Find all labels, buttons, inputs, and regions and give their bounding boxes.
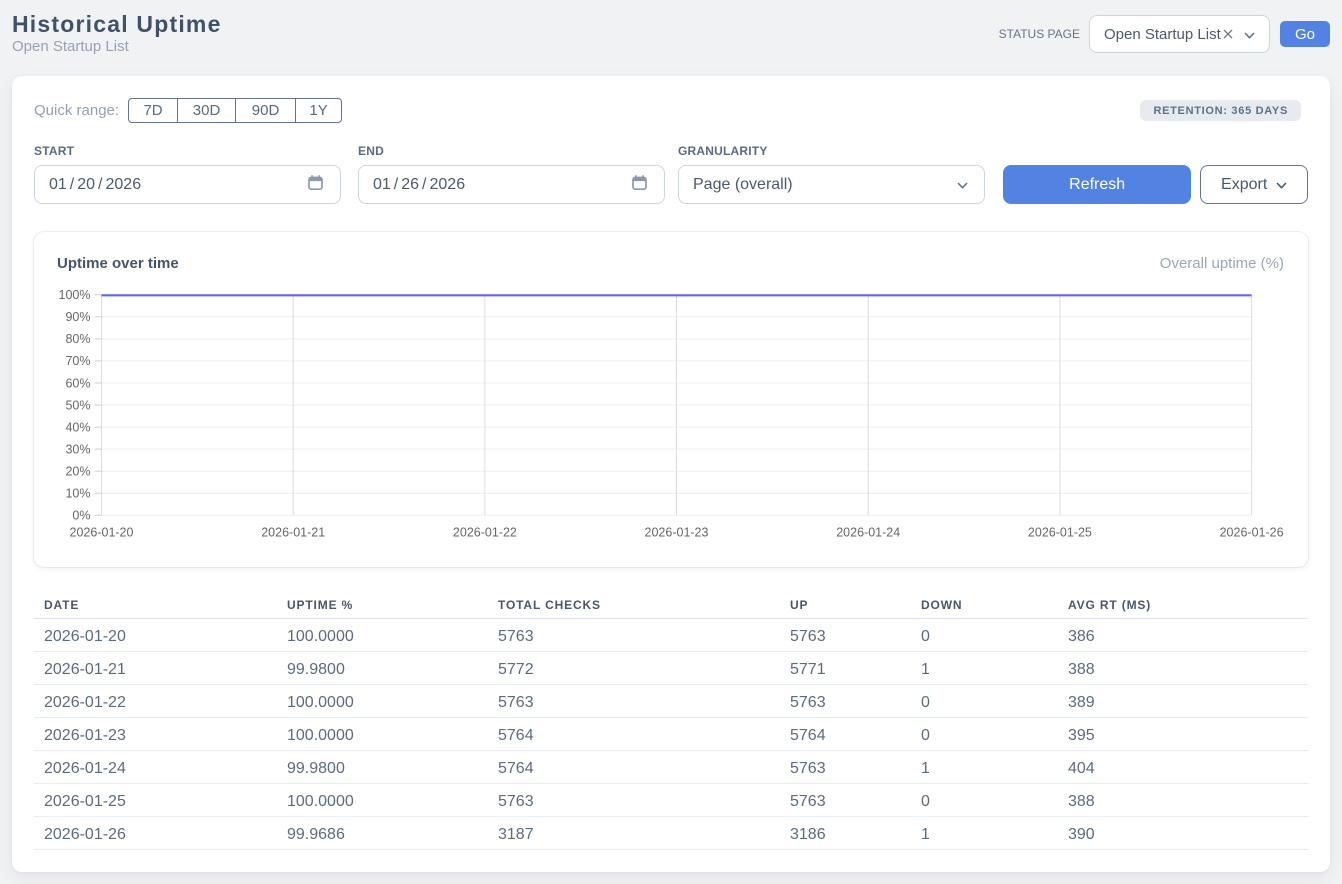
svg-text:60%: 60% [65, 376, 90, 390]
svg-text:2026-01-22: 2026-01-22 [453, 526, 517, 540]
svg-text:30%: 30% [65, 442, 90, 456]
svg-text:2026-01-25: 2026-01-25 [1028, 526, 1092, 540]
svg-text:20%: 20% [65, 465, 90, 479]
svg-text:70%: 70% [65, 354, 90, 368]
svg-text:100%: 100% [59, 288, 91, 302]
svg-text:2026-01-20: 2026-01-20 [70, 526, 134, 540]
svg-text:2026-01-21: 2026-01-21 [261, 526, 325, 540]
svg-text:2026-01-23: 2026-01-23 [645, 526, 709, 540]
svg-text:2026-01-24: 2026-01-24 [836, 526, 900, 540]
svg-text:40%: 40% [65, 420, 90, 434]
svg-text:50%: 50% [65, 398, 90, 412]
svg-text:2026-01-26: 2026-01-26 [1220, 526, 1284, 540]
svg-text:80%: 80% [65, 332, 90, 346]
svg-text:0%: 0% [72, 509, 90, 523]
svg-text:90%: 90% [65, 310, 90, 324]
svg-text:10%: 10% [65, 487, 90, 501]
